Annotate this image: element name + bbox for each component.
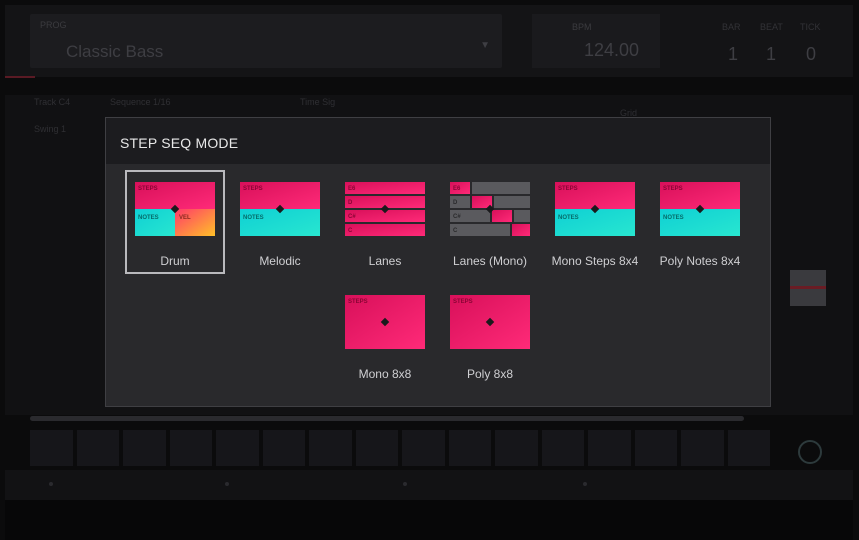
side-fader[interactable] — [790, 270, 826, 306]
mode-label: Lanes (Mono) — [452, 254, 528, 268]
bar-value: 1 — [728, 44, 739, 64]
steps-tag: STEPS — [348, 299, 368, 305]
mode-label: Poly 8x8 — [466, 367, 514, 381]
horizontal-scrollbar[interactable] — [30, 416, 744, 421]
lane-tag: E6 — [348, 186, 356, 192]
footer-bar — [5, 500, 853, 540]
beat-label: BEAT — [760, 22, 783, 32]
mode-lanes-mono[interactable]: E6 D C# C Lanes (Mono) — [440, 170, 540, 274]
program-name: Classic Bass — [66, 42, 164, 61]
steps-tag: STEPS — [453, 299, 473, 305]
steps-tag: STEPS — [138, 186, 158, 192]
refresh-icon[interactable] — [798, 440, 822, 464]
mode-label: Mono Steps 8x4 — [551, 254, 639, 268]
mode-poly-notes-8x4[interactable]: STEPS NOTES Poly Notes 8x4 — [650, 170, 750, 274]
swing-row: Swing 1 — [34, 124, 67, 134]
mode-mono-8x8[interactable]: STEPS Mono 8x8 — [335, 283, 435, 387]
mode-label: Poly Notes 8x4 — [659, 254, 741, 268]
steps-tag: STEPS — [558, 186, 578, 192]
mode-label: Mono 8x8 — [358, 367, 412, 381]
tick-value: 0 — [806, 44, 817, 64]
step-seq-mode-dialog: STEP SEQ MODE STEPS NOTES VEL Drum STEPS… — [105, 117, 771, 407]
step-pads — [30, 430, 770, 466]
accent-line — [5, 76, 35, 78]
bpm-value: 124.00 — [584, 40, 640, 60]
bpm-label: BPM — [572, 22, 592, 32]
lane-tag: C — [348, 228, 353, 234]
track-row: Track C4 — [34, 97, 71, 107]
chevron-down-icon: ▼ — [480, 40, 490, 51]
mode-mono-steps-8x4[interactable]: STEPS NOTES Mono Steps 8x4 — [545, 170, 645, 274]
lane-tag: C# — [453, 214, 461, 220]
poly-notes-mode-icon: STEPS NOTES — [660, 182, 740, 236]
lane-tag: C# — [348, 214, 356, 220]
mode-poly-8x8[interactable]: STEPS Poly 8x8 — [440, 283, 540, 387]
notes-tag: NOTES — [243, 215, 264, 221]
lane-tag: D — [348, 200, 353, 206]
position-display: BAR BEAT TICK 1 1 0 — [672, 14, 842, 68]
timesig-row: Time Sig — [300, 97, 336, 107]
tick-label: TICK — [800, 22, 821, 32]
notes-tag: NOTES — [663, 215, 684, 221]
lane-tag: E6 — [453, 186, 461, 192]
program-label: PROG — [40, 20, 67, 30]
sequence-row: Sequence 1/16 — [110, 97, 171, 107]
mode-melodic[interactable]: STEPS NOTES Melodic — [230, 170, 330, 274]
mode-label: Melodic — [259, 254, 301, 268]
step-indicator-row — [5, 470, 853, 500]
mono-steps-mode-icon: STEPS NOTES — [555, 182, 635, 236]
melodic-mode-icon: STEPS NOTES — [240, 182, 320, 236]
dialog-title: STEP SEQ MODE — [120, 135, 239, 151]
mode-label: Lanes — [368, 254, 402, 268]
notes-tag: NOTES — [138, 215, 159, 221]
dialog-header: STEP SEQ MODE — [106, 118, 770, 164]
lanes-mode-icon: E6 D C# C — [345, 182, 425, 236]
mode-lanes[interactable]: E6 D C# C Lanes — [335, 170, 435, 274]
poly-8x8-mode-icon: STEPS — [450, 295, 530, 349]
bar-label: BAR — [722, 22, 741, 32]
steps-tag: STEPS — [243, 186, 263, 192]
mono-8x8-mode-icon: STEPS — [345, 295, 425, 349]
lane-tag: D — [453, 200, 458, 206]
mode-label: Drum — [160, 254, 190, 268]
lanes-mono-mode-icon: E6 D C# C — [450, 182, 530, 236]
bpm-display[interactable]: BPM 124.00 — [532, 14, 660, 68]
beat-value: 1 — [766, 44, 777, 64]
vel-tag: VEL — [179, 215, 191, 221]
lane-tag: C — [453, 228, 458, 234]
program-selector[interactable]: PROG Classic Bass ▼ — [30, 14, 502, 68]
drum-mode-icon: STEPS NOTES VEL — [135, 182, 215, 236]
steps-tag: STEPS — [663, 186, 683, 192]
notes-tag: NOTES — [558, 215, 579, 221]
mode-drum[interactable]: STEPS NOTES VEL Drum — [125, 170, 225, 274]
